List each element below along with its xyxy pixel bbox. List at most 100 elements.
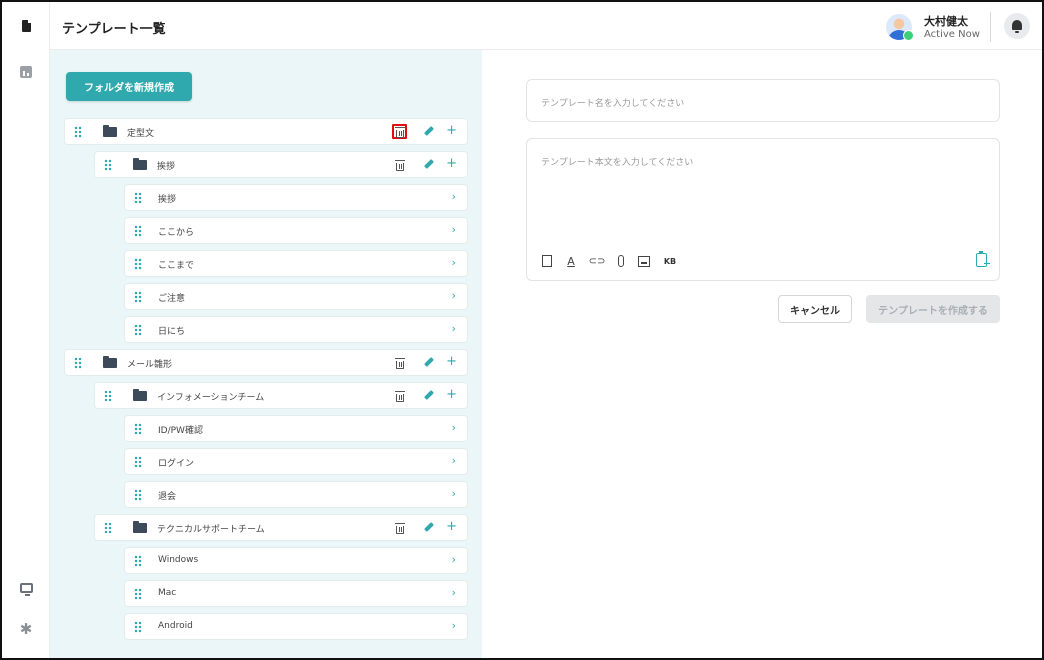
tree-item-label: 日にち — [158, 327, 186, 337]
create-template-button[interactable]: テンプレートを作成する — [866, 295, 1000, 323]
template-row[interactable]: ご注意 › — [124, 283, 468, 310]
drag-handle-icon[interactable] — [134, 423, 142, 435]
header-divider — [990, 12, 991, 42]
kb-button[interactable]: KB — [661, 253, 679, 269]
user-status: Active Now — [924, 29, 980, 40]
settings-gear-icon[interactable]: ✱ — [18, 621, 34, 637]
add-plus-icon[interactable]: + — [446, 157, 457, 170]
document-nav-icon[interactable] — [18, 18, 34, 34]
template-row[interactable]: Android › — [124, 613, 468, 640]
template-form: テンプレート名を入力してください テンプレート本文を入力してください A ⊂⊃ … — [482, 50, 1042, 658]
folder-row[interactable]: メール雛形 + — [64, 349, 468, 376]
edit-pencil-icon[interactable] — [424, 126, 434, 136]
notification-bell-button[interactable] — [1004, 13, 1030, 39]
attachment-icon[interactable] — [615, 253, 627, 269]
delete-trash-icon[interactable] — [392, 388, 407, 403]
delete-trash-icon[interactable] — [392, 124, 407, 139]
image-icon[interactable] — [637, 253, 651, 269]
drag-handle-icon[interactable] — [134, 225, 142, 237]
edit-pencil-icon[interactable] — [424, 390, 434, 400]
edit-pencil-icon[interactable] — [424, 357, 434, 367]
drag-handle-icon[interactable] — [74, 126, 82, 138]
chevron-right-icon[interactable]: › — [452, 554, 456, 565]
template-row[interactable]: Windows › — [124, 547, 468, 574]
add-plus-icon[interactable]: + — [446, 355, 457, 368]
drag-handle-icon[interactable] — [134, 588, 142, 600]
template-row[interactable]: 日にち › — [124, 316, 468, 343]
new-folder-button[interactable]: フォルダを新規作成 — [66, 72, 192, 101]
tree-item-label: インフォメーションチーム — [157, 393, 265, 403]
chevron-right-icon[interactable]: › — [452, 488, 456, 499]
folder-row[interactable]: テクニカルサポートチーム + — [94, 514, 468, 541]
tree-item-label: 挨拶 — [157, 162, 176, 172]
top-header: テンプレート一覧 大村健太 Active Now — [50, 2, 1042, 50]
tree-item-label: Android — [158, 621, 193, 631]
template-body-input[interactable]: テンプレート本文を入力してください A ⊂⊃ KB — [526, 138, 1000, 281]
template-row[interactable]: ここから › — [124, 217, 468, 244]
template-row[interactable]: ID/PW確認 › — [124, 415, 468, 442]
template-row[interactable]: 挨拶 › — [124, 184, 468, 211]
tree-item-label: ここまで — [158, 261, 195, 271]
delete-trash-icon[interactable] — [392, 157, 407, 172]
edit-pencil-icon[interactable] — [424, 159, 434, 169]
tree-item-label: ログイン — [158, 459, 195, 469]
drag-handle-icon[interactable] — [74, 357, 82, 369]
tree-item-label: 退会 — [158, 492, 177, 502]
drag-handle-icon[interactable] — [134, 291, 142, 303]
drag-handle-icon[interactable] — [134, 192, 142, 204]
add-plus-icon[interactable]: + — [446, 520, 457, 533]
folder-icon — [133, 389, 147, 401]
folder-row[interactable]: 定型文 + — [64, 118, 468, 145]
template-name-input[interactable]: テンプレート名を入力してください — [526, 79, 1000, 122]
chevron-right-icon[interactable]: › — [452, 323, 456, 334]
drag-handle-icon[interactable] — [134, 489, 142, 501]
chevron-right-icon[interactable]: › — [452, 191, 456, 202]
page-title: テンプレート一覧 — [62, 22, 166, 37]
template-row[interactable]: ログイン › — [124, 448, 468, 475]
cancel-button[interactable]: キャンセル — [778, 295, 852, 323]
tree-item-label: Windows — [158, 555, 199, 565]
folder-icon — [133, 521, 147, 533]
monitor-nav-icon[interactable] — [18, 582, 34, 598]
delete-trash-icon[interactable] — [392, 355, 407, 370]
chevron-right-icon[interactable]: › — [452, 620, 456, 631]
tree-item-label: Mac — [158, 588, 177, 598]
chevron-right-icon[interactable]: › — [452, 455, 456, 466]
tree-item-label: ここから — [158, 228, 195, 238]
template-row[interactable]: Mac › — [124, 580, 468, 607]
drag-handle-icon[interactable] — [104, 159, 112, 171]
link-icon[interactable]: ⊂⊃ — [589, 253, 606, 269]
bookmark-icon[interactable] — [541, 253, 553, 269]
app-window: ✱ テンプレート一覧 大村健太 Active Now フォルダを新規作成 定型文… — [0, 0, 1044, 660]
folder-icon — [103, 356, 117, 368]
drag-handle-icon[interactable] — [104, 522, 112, 534]
chevron-right-icon[interactable]: › — [452, 257, 456, 268]
delete-trash-icon[interactable] — [392, 520, 407, 535]
add-plus-icon[interactable]: + — [446, 388, 457, 401]
template-body-placeholder: テンプレート本文を入力してください — [541, 158, 694, 168]
bell-icon — [1012, 20, 1022, 33]
chevron-right-icon[interactable]: › — [452, 224, 456, 235]
drag-handle-icon[interactable] — [104, 390, 112, 402]
drag-handle-icon[interactable] — [134, 258, 142, 270]
folder-row[interactable]: インフォメーションチーム + — [94, 382, 468, 409]
chevron-right-icon[interactable]: › — [452, 290, 456, 301]
drag-handle-icon[interactable] — [134, 324, 142, 336]
tree-item-label: 挨拶 — [158, 195, 177, 205]
folder-row[interactable]: 挨拶 + — [94, 151, 468, 178]
font-color-icon[interactable]: A — [565, 253, 577, 269]
tree-item-label: メール雛形 — [127, 360, 173, 370]
clipboard-icon[interactable] — [976, 251, 990, 267]
add-plus-icon[interactable]: + — [446, 124, 457, 137]
chevron-right-icon[interactable]: › — [452, 422, 456, 433]
edit-pencil-icon[interactable] — [424, 522, 434, 532]
chart-nav-icon[interactable] — [18, 64, 34, 80]
chevron-right-icon[interactable]: › — [452, 587, 456, 598]
avatar[interactable] — [886, 14, 914, 41]
folder-icon — [103, 125, 117, 137]
drag-handle-icon[interactable] — [134, 621, 142, 633]
drag-handle-icon[interactable] — [134, 456, 142, 468]
template-row[interactable]: ここまで › — [124, 250, 468, 277]
template-row[interactable]: 退会 › — [124, 481, 468, 508]
drag-handle-icon[interactable] — [134, 555, 142, 567]
